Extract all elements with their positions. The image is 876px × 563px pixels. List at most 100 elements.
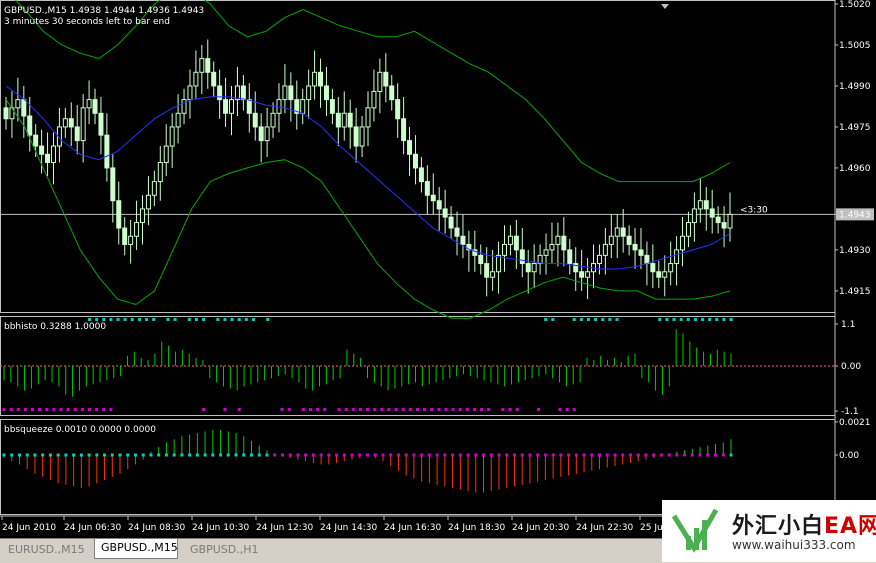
candle-body [680,235,686,251]
candle-body [92,99,98,114]
histo-dot-bottom [337,408,341,411]
squeeze-dot [644,453,648,457]
candle-body [662,271,668,278]
candle-body [122,227,128,245]
candle-body [139,208,145,224]
candle-body [151,181,157,196]
squeeze-dot [188,453,192,457]
candle-body [282,85,288,101]
tab-eurusd-m15[interactable]: EURUSD.,M15 [2,541,92,559]
histo-dot-bottom [202,408,206,411]
histo-dot-bottom [95,408,99,411]
candle-body [335,112,341,128]
candle-body [395,99,401,120]
histo-dot-bottom [451,408,455,411]
squeeze-dot [543,453,547,457]
histo-dot-bottom [323,408,327,411]
candle-body [205,58,211,73]
candle-body [193,71,199,87]
histo-dot-bottom [52,408,56,411]
candle-body [507,235,513,245]
candle-body [531,263,537,273]
candle-body [80,107,86,142]
histo-dot-bottom [515,408,519,411]
squeeze-dot [172,453,176,457]
tab-gbpusd-m15[interactable]: GBPUSD.,M15 [94,539,178,559]
candle-body [454,227,460,237]
candle-body [727,213,733,229]
candle-body [460,235,466,245]
histo-tick-label: 0.00 [841,362,861,372]
histo-dot-bottom [465,408,469,411]
histo-dot-top [266,318,270,321]
candle-body [15,99,21,109]
candle-body [620,227,626,237]
histo-tick-label: -1.1 [841,407,859,417]
candle-body [703,200,709,210]
squeeze-dot [458,453,462,457]
histo-dot-bottom [558,408,562,411]
histo-dot-bottom [45,408,49,411]
squeeze-dot [512,453,516,457]
histo-dot-bottom [73,408,77,411]
squeeze-dot [48,453,52,457]
time-tick-label: 24 Jun 14:30 [320,523,377,533]
squeeze-dot [443,453,447,457]
candle-body [128,235,134,245]
candle-body [389,85,395,101]
candle-body [45,153,51,163]
candle-body [145,194,151,210]
histo-dot-bottom [80,408,84,411]
candle-body [181,99,187,114]
candle-body [585,271,591,278]
histo-dot-bottom [88,408,92,411]
candle-body [223,99,229,114]
histo-dot-bottom [316,408,320,411]
candle-body [33,134,39,147]
candle-body [21,99,27,117]
candle-body [561,235,567,251]
histo-dot-top [586,318,590,321]
histo-dot-bottom [237,408,241,411]
candle-body [436,200,442,210]
histo-dot-bottom [408,408,412,411]
histo-dot-bottom [308,408,312,411]
time-tick-label: 24 Jun 18:30 [448,523,505,533]
squeeze-dot [72,453,76,457]
squeeze-dot [211,453,215,457]
histo-dot-top [230,318,234,321]
histo-dot-top [665,318,669,321]
candle-body [412,153,418,169]
candle-body [300,99,306,114]
histo-dot-top [708,318,712,321]
squeeze-dot [636,453,640,457]
candle-body [68,118,74,128]
candle-body [252,112,258,128]
squeeze-dot [613,453,617,457]
squeeze-dot [551,453,555,457]
histo-dot-bottom [38,408,42,411]
histo-dot-top [130,318,134,321]
candle-body [407,140,413,155]
squeeze-dot [706,453,710,457]
price-tick-label: 1.4915 [839,287,871,297]
squeeze-dot [335,453,339,457]
time-tick-label: 24 Jun 10:30 [192,523,249,533]
tab-gbpusd-h1[interactable]: GBPUSD.,H1 [184,541,264,559]
histo-dot-bottom [23,408,27,411]
histo-dot-top [187,318,191,321]
histo-dot-top [244,318,248,321]
squeeze-dot [319,453,323,457]
candle-body [567,249,573,265]
histo-dot-top [722,318,726,321]
candle-body [323,85,329,101]
histo-dot-bottom [301,408,305,411]
histo-dot-bottom [280,408,284,411]
histo-dot-bottom [59,408,63,411]
squeeze-dot [373,453,377,457]
squeeze-dot [714,453,718,457]
squeeze-dot [582,453,586,457]
squeeze-dot [381,453,385,457]
squeeze-dot [474,453,478,457]
histo-dot-top [223,318,227,321]
